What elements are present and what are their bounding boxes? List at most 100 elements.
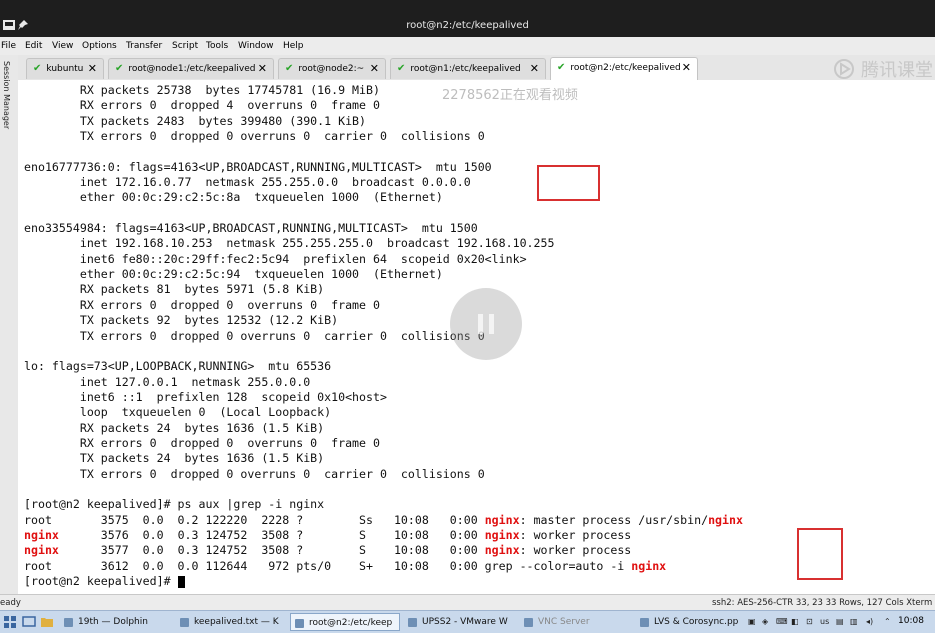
terminal-text: RX errors 0 dropped 4 overruns 0 frame 0 [24, 98, 380, 113]
taskbar-vnc-server[interactable]: VNC Server [520, 613, 630, 631]
terminal-line: inet 127.0.0.1 netmask 255.0.0.0 [24, 375, 310, 389]
close-tab-icon[interactable]: ✕ [530, 62, 539, 75]
terminal-line: inet6 ::1 prefixlen 128 scopeid 0x10<hos… [24, 390, 387, 404]
highlighted-match: nginx [24, 527, 59, 542]
tab-root-n1[interactable]: ✔ root@n1:/etc/keepalived ✕ [390, 58, 546, 79]
status-ready: eady [0, 598, 21, 608]
terminal-line: inet 192.168.10.253 netmask 255.255.255.… [24, 236, 555, 251]
window-title: root@n2:/etc/keepalived [406, 20, 529, 31]
menu-tools[interactable]: Tools [206, 41, 228, 51]
terminal-text: RX packets 25738 bytes 17745781 (16.9 Mi… [24, 83, 380, 97]
terminal-text: inet 192.168.10.253 netmask 255.255.255.… [24, 236, 555, 251]
terminal-text: inet6 ::1 prefixlen 128 scopeid 0x10<hos… [24, 389, 387, 404]
close-tab-icon[interactable]: ✕ [682, 61, 691, 74]
tray-clipboard-icon[interactable]: ▣ [748, 617, 756, 626]
menu-bar: File Edit View Options Transfer Script T… [0, 37, 935, 56]
tray-volume-icon[interactable]: ◂) [866, 617, 873, 626]
taskbar-clock[interactable]: 10:08 [898, 616, 924, 626]
terminal-line: TX packets 2483 bytes 399480 (390.1 KiB) [24, 114, 366, 128]
menu-help[interactable]: Help [283, 41, 304, 51]
terminal-line: [root@n2 keepalived]# [24, 574, 185, 588]
terminal-text: RX packets 24 bytes 1636 (1.5 KiB) [24, 420, 325, 435]
session-manager-panel[interactable]: Session Manager [0, 55, 19, 595]
terminal-text: eno33554984: flags=4163<UP,BROADCAST,RUN… [24, 221, 478, 236]
menu-view[interactable]: View [52, 41, 73, 51]
connected-check-icon: ✔ [397, 63, 406, 74]
vnc-icon [524, 618, 533, 627]
terminal-text: eno16777736:0: flags=4163<UP,BROADCAST,R… [24, 159, 492, 174]
highlighted-match: nginx [484, 512, 520, 527]
terminal-text: TX errors 0 dropped 0 overruns 0 carrier… [24, 129, 485, 144]
menu-options[interactable]: Options [82, 41, 117, 51]
connected-check-icon: ✔ [285, 63, 294, 74]
tray-device-icon[interactable]: ◧ [791, 617, 799, 626]
tab-root-n2[interactable]: ✔ root@n2:/etc/keepalived ✕ [550, 57, 698, 80]
menu-edit[interactable]: Edit [25, 41, 42, 51]
taskbar-keepalived-txt[interactable]: keepalived.txt — K [176, 613, 286, 631]
tray-network-icon[interactable]: ◈ [762, 617, 768, 626]
terminal-text: 3577 0.0 0.3 124752 3508 ? S 10:08 0:00 [58, 543, 485, 558]
terminal-text: lo: flags=73<UP,LOOPBACK,RUNNING> mtu 65… [24, 359, 332, 374]
terminal-line: inet6 fe80::20c:29ff:fec2:5c94 prefixlen… [24, 252, 527, 266]
tab-root-node2[interactable]: ✔ root@node2:~ ✕ [278, 58, 386, 79]
terminal-text: 3576 0.0 0.3 124752 3508 ? S 10:08 0:00 [58, 527, 485, 542]
terminal-text: TX packets 24 bytes 1636 (1.5 KiB) [24, 451, 325, 466]
highlighted-match: nginx [484, 527, 520, 542]
menu-script[interactable]: Script [172, 41, 198, 51]
terminal-line: RX packets 24 bytes 1636 (1.5 KiB) [24, 421, 324, 435]
viewer-watermark: 2278562正在观看视频 [442, 88, 578, 103]
annotation-box [797, 528, 843, 580]
terminal-text: inet6 fe80::20c:29ff:fec2:5c94 prefixlen… [24, 251, 527, 266]
menu-file[interactable]: File [1, 41, 16, 51]
terminal-text: root 3612 0.0 0.0 112644 972 pts/0 S+ 10… [24, 558, 632, 573]
tray-display-icon[interactable]: ▤ [836, 617, 844, 626]
taskbar: 19th — Dolphin keepalived.txt — K root@n… [0, 610, 935, 633]
tray-lock-icon[interactable]: ⊡ [806, 617, 813, 626]
terminal-line: RX errors 0 dropped 0 overruns 0 frame 0 [24, 436, 380, 450]
taskbar-terminal[interactable]: root@n2:/etc/keep [290, 613, 400, 631]
menu-transfer[interactable]: Transfer [126, 41, 162, 51]
terminal-text: TX packets 2483 bytes 399480 (390.1 KiB) [24, 113, 367, 128]
dolphin-icon [64, 618, 73, 627]
taskbar-dolphin[interactable]: 19th — Dolphin [60, 613, 172, 631]
presentation-icon [640, 618, 649, 627]
highlighted-match: nginx [484, 543, 520, 558]
show-desktop-icon[interactable] [22, 615, 36, 629]
highlighted-match: nginx [24, 543, 59, 558]
terminal-line: nginx 3577 0.0 0.3 124752 3508 ? S 10:08… [24, 543, 631, 557]
terminal-text: ether 00:0c:29:c2:5c:8a txqueuelen 1000 … [24, 190, 443, 205]
vmware-icon [408, 618, 417, 627]
menu-window[interactable]: Window [238, 41, 274, 51]
terminal-text: [root@n2 keepalived]# [24, 574, 178, 588]
tab-root-node1[interactable]: ✔ root@node1:/etc/keepalived ✕ [108, 58, 274, 79]
tray-power-icon[interactable]: ▥ [850, 617, 858, 626]
highlighted-match: nginx [708, 512, 743, 527]
terminal-text: RX packets 81 bytes 5971 (5.8 KiB) [24, 282, 325, 297]
terminal-text: RX errors 0 dropped 0 overruns 0 frame 0 [24, 297, 380, 312]
start-menu-icon[interactable] [3, 615, 17, 629]
tray-expand-icon[interactable]: ⌃ [884, 617, 891, 626]
terminal-icon [295, 619, 304, 628]
play-logo-icon [834, 59, 854, 79]
close-tab-icon[interactable]: ✕ [258, 62, 267, 75]
terminal-line: TX errors 0 dropped 0 overruns 0 carrier… [24, 129, 485, 143]
tray-keyboard-icon[interactable]: ⌨ [776, 617, 788, 626]
terminal-line: RX errors 0 dropped 0 overruns 0 frame 0 [24, 298, 380, 312]
terminal-line: TX errors 0 dropped 0 overruns 0 carrier… [24, 329, 485, 343]
taskbar-presentation[interactable]: LVS & Corosync.pp [636, 613, 740, 631]
status-session-info: ssh2: AES-256-CTR 33, 23 33 Rows, 127 Co… [712, 598, 933, 608]
taskbar-vmware[interactable]: UPSS2 - VMware W [404, 613, 516, 631]
terminal-line: eno33554984: flags=4163<UP,BROADCAST,RUN… [24, 221, 478, 235]
close-tab-icon[interactable]: ✕ [88, 62, 97, 75]
tab-kubuntu[interactable]: ✔ kubuntu ✕ [26, 58, 104, 79]
tray-language[interactable]: us [820, 617, 829, 626]
annotation-box [537, 165, 600, 201]
terminal-text: : worker process [519, 527, 632, 542]
terminal-line: ether 00:0c:29:c2:5c:8a txqueuelen 1000 … [24, 190, 443, 204]
terminal-text: : master process /usr/sbin/ [519, 512, 709, 527]
close-tab-icon[interactable]: ✕ [370, 62, 379, 75]
terminal-text: RX errors 0 dropped 0 overruns 0 frame 0 [24, 435, 380, 450]
window-titlebar: root@n2:/etc/keepalived [0, 0, 935, 37]
folder-icon[interactable] [40, 615, 54, 629]
pause-overlay[interactable] [450, 288, 522, 360]
